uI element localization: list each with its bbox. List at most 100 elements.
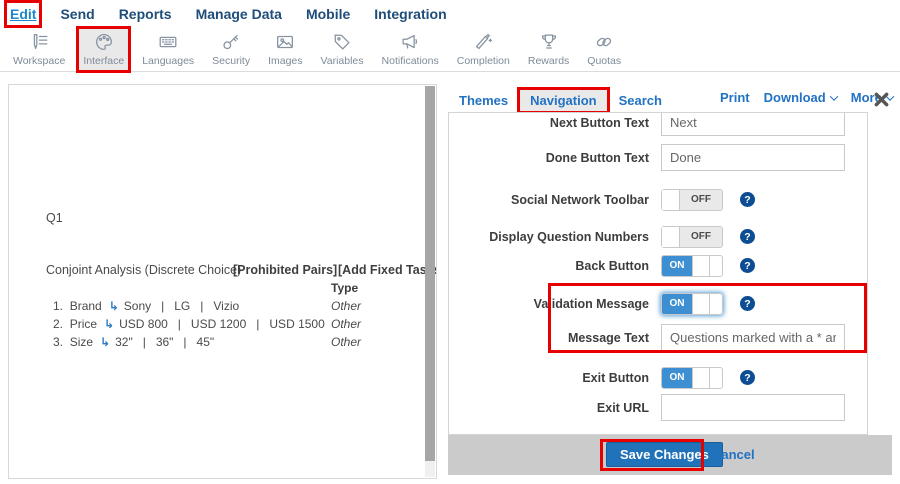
toggle-knob [692, 294, 710, 314]
help-icon[interactable]: ? [740, 229, 755, 244]
navigation-settings-form: Next Button Text Done Button Text Social… [448, 112, 868, 435]
scrollbar-thumb[interactable] [425, 86, 435, 461]
form-row-social-network-toolbar: Social Network Toolbar OFF ? [449, 186, 867, 213]
toggle-state-label: OFF [680, 190, 722, 210]
help-icon[interactable]: ? [740, 370, 755, 385]
completion-icon [472, 31, 494, 53]
form-row-back-button: Back Button ON ? [449, 252, 867, 279]
print-link[interactable]: Print [720, 90, 750, 105]
form-row-validation-message: Validation Message ON ? [449, 290, 867, 317]
toggle-state-label: ON [662, 368, 692, 388]
toggle-knob [692, 256, 710, 276]
interface-icon [93, 31, 115, 53]
question-id: Q1 [46, 211, 63, 225]
field-label: Done Button Text [449, 151, 661, 165]
attribute-row: 1. Brand↳Sony | LG | Vizio [53, 299, 239, 313]
editor-toolbar: Workspace Interface Languages Security I… [0, 28, 900, 72]
tab-themes[interactable]: Themes [448, 89, 519, 112]
branch-arrow-icon: ↳ [102, 299, 124, 313]
help-icon[interactable]: ? [740, 296, 755, 311]
field-label: Display Question Numbers [449, 230, 661, 244]
exit-button-toggle[interactable]: ON [661, 367, 723, 389]
toolbar-item-variables[interactable]: Variables [316, 28, 369, 71]
add-fixed-tasks-link[interactable]: [Add Fixed Tasks [338, 263, 437, 277]
toolbar-item-completion[interactable]: Completion [452, 28, 515, 71]
nav-item-send[interactable]: Send [60, 6, 94, 22]
nav-item-manage-data[interactable]: Manage Data [196, 6, 282, 22]
toolbar-item-security[interactable]: Security [207, 28, 255, 71]
toggle-state-label: OFF [680, 227, 722, 247]
top-navigation: Edit Send Reports Manage Data Mobile Int… [0, 0, 900, 28]
field-label: Exit Button [449, 371, 661, 385]
attribute-type: Other [331, 317, 361, 331]
toolbar-label: Images [268, 55, 302, 67]
field-label: Validation Message [449, 297, 661, 311]
field-label: Back Button [449, 259, 661, 273]
variables-icon [331, 31, 353, 53]
attribute-row: 3. Size↳32" | 36" | 45" [53, 335, 214, 349]
toolbar-label: Languages [142, 55, 194, 67]
toolbar-label: Security [212, 55, 250, 67]
toolbar-item-workspace[interactable]: Workspace [8, 28, 70, 71]
form-row-exit-button: Exit Button ON ? [449, 364, 867, 391]
branch-arrow-icon: ↳ [97, 317, 119, 331]
toggle-knob [662, 190, 680, 210]
next-button-text-input[interactable] [661, 112, 845, 136]
nav-item-integration[interactable]: Integration [374, 6, 446, 22]
help-icon[interactable]: ? [740, 192, 755, 207]
display-question-numbers-toggle[interactable]: OFF [661, 226, 723, 248]
attribute-type: Other [331, 299, 361, 313]
validation-message-toggle[interactable]: ON [661, 293, 723, 315]
done-button-text-input[interactable] [661, 144, 845, 171]
field-label: Exit URL [449, 401, 661, 415]
exit-url-input[interactable] [661, 394, 845, 421]
social-network-toolbar-toggle[interactable]: OFF [661, 189, 723, 211]
cancel-link[interactable]: Cancel [712, 447, 755, 462]
nav-item-mobile[interactable]: Mobile [306, 6, 350, 22]
languages-icon [157, 31, 179, 53]
download-link[interactable]: Download [764, 90, 837, 105]
toolbar-label: Rewards [528, 55, 569, 67]
toolbar-label: Notifications [382, 55, 439, 67]
toolbar-item-languages[interactable]: Languages [137, 28, 199, 71]
settings-tabs: Themes Navigation Search [448, 88, 673, 113]
message-text-input[interactable] [661, 324, 845, 351]
images-icon [274, 31, 296, 53]
back-button-toggle[interactable]: ON [661, 255, 723, 277]
field-label: Next Button Text [449, 116, 661, 130]
panel-actions: Print Download More [720, 90, 893, 105]
form-row-next-button-text: Next Button Text [449, 112, 867, 136]
toolbar-label: Quotas [587, 55, 621, 67]
form-row-exit-url: Exit URL [449, 394, 867, 421]
toolbar-item-notifications[interactable]: Notifications [377, 28, 444, 71]
toolbar-item-images[interactable]: Images [263, 28, 307, 71]
nav-item-reports[interactable]: Reports [119, 6, 172, 22]
toggle-state-label: ON [662, 294, 692, 314]
toggle-knob [662, 227, 680, 247]
toolbar-label: Interface [83, 55, 124, 67]
close-icon[interactable] [874, 92, 889, 107]
save-changes-button[interactable]: Save Changes [606, 442, 723, 467]
attribute-type: Other [331, 335, 361, 349]
toolbar-label: Completion [457, 55, 510, 67]
form-row-done-button-text: Done Button Text [449, 144, 867, 171]
toolbar-item-interface[interactable]: Interface [78, 28, 129, 71]
tab-navigation[interactable]: Navigation [519, 89, 607, 112]
help-icon[interactable]: ? [740, 258, 755, 273]
rewards-icon [538, 31, 560, 53]
toolbar-item-quotas[interactable]: Quotas [582, 28, 626, 71]
quotas-icon [593, 31, 615, 53]
tab-search[interactable]: Search [608, 89, 673, 112]
field-label: Message Text [449, 331, 661, 345]
toolbar-item-rewards[interactable]: Rewards [523, 28, 574, 71]
attribute-row: 2. Price↳USD 800 | USD 1200 | USD 1500 [53, 317, 325, 331]
form-row-display-question-numbers: Display Question Numbers OFF ? [449, 223, 867, 250]
prohibited-pairs-link[interactable]: [Prohibited Pairs] [233, 263, 337, 277]
toolbar-label: Workspace [13, 55, 65, 67]
preview-scrollbar[interactable] [425, 86, 435, 477]
form-row-message-text: Message Text [449, 324, 867, 351]
form-footer: Save Changes Cancel [448, 435, 892, 475]
toggle-knob [692, 368, 710, 388]
nav-item-edit[interactable]: Edit [10, 6, 36, 22]
toolbar-label: Variables [321, 55, 364, 67]
